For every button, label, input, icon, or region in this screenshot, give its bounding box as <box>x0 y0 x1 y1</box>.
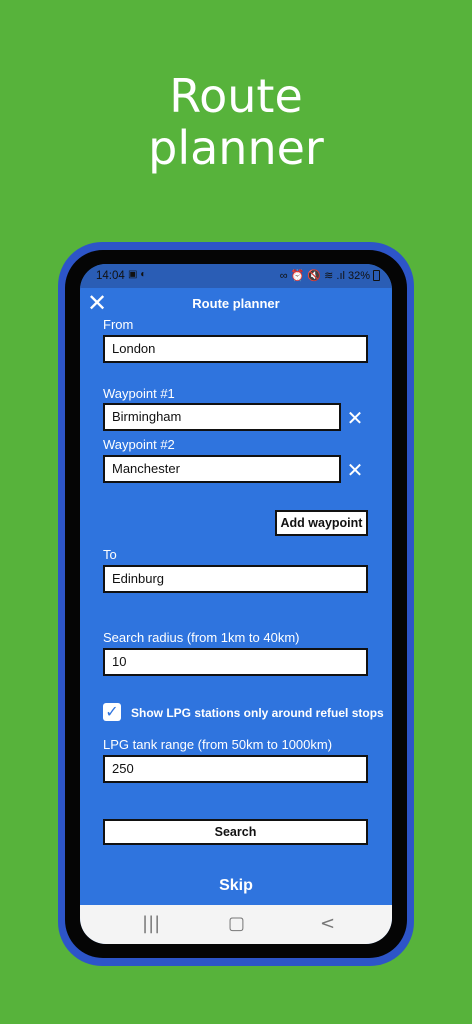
battery-icon <box>373 270 380 281</box>
phone-screen: 14:04 ▣ ◐ ∞ ⏰ 🔇 ≋ .ıl 32% Route planner … <box>80 264 392 944</box>
home-icon[interactable]: ▢ <box>228 913 245 934</box>
from-input[interactable]: London <box>103 335 368 363</box>
app-bar: Route planner ✕ <box>80 290 392 318</box>
status-right: ∞ ⏰ 🔇 ≋ .ıl 32% <box>280 269 380 282</box>
remove-waypoint-1-icon[interactable]: ✕ <box>344 407 366 429</box>
page-title: Route planner <box>192 296 280 311</box>
remove-waypoint-2-icon[interactable]: ✕ <box>344 459 366 481</box>
back-icon[interactable]: < <box>320 913 335 934</box>
to-input[interactable]: Edinburg <box>103 565 368 593</box>
waypoint-1-input[interactable]: Birmingham <box>103 403 341 431</box>
waypoint-2-label: Waypoint #2 <box>103 437 175 452</box>
radius-label: Search radius (from 1km to 40km) <box>103 630 300 645</box>
lpg-refuel-checkbox[interactable]: ✓ <box>103 703 121 721</box>
tank-range-input[interactable]: 250 <box>103 755 368 783</box>
system-status-icons: ∞ ⏰ 🔇 ≋ .ıl <box>279 270 345 282</box>
to-label: To <box>103 547 117 562</box>
add-waypoint-button[interactable]: Add waypoint <box>275 510 368 536</box>
battery-percent: 32% <box>347 269 370 282</box>
waypoint-2-input[interactable]: Manchester <box>103 455 341 483</box>
search-button[interactable]: Search <box>103 819 368 845</box>
tank-range-label: LPG tank range (from 50km to 1000km) <box>103 737 333 752</box>
hero-title-line1: Route <box>169 69 303 123</box>
hero-title-line2: planner <box>148 121 324 175</box>
skip-button[interactable]: Skip <box>80 877 392 895</box>
system-nav-bar: ||| ▢ < <box>80 905 392 944</box>
from-label: From <box>103 317 134 332</box>
lpg-refuel-checkbox-label: Show LPG stations only around refuel sto… <box>131 706 384 720</box>
status-time: 14:04 <box>96 270 125 282</box>
status-bar: 14:04 ▣ ◐ ∞ ⏰ 🔇 ≋ .ıl 32% <box>80 264 392 288</box>
waypoint-1-label: Waypoint #1 <box>103 386 175 401</box>
notification-icons: ▣ ◐ <box>128 269 147 280</box>
hero-title: Route planner <box>0 70 472 174</box>
radius-input[interactable]: 10 <box>103 648 368 676</box>
close-icon[interactable]: ✕ <box>84 290 110 316</box>
recents-icon[interactable]: ||| <box>142 913 160 934</box>
